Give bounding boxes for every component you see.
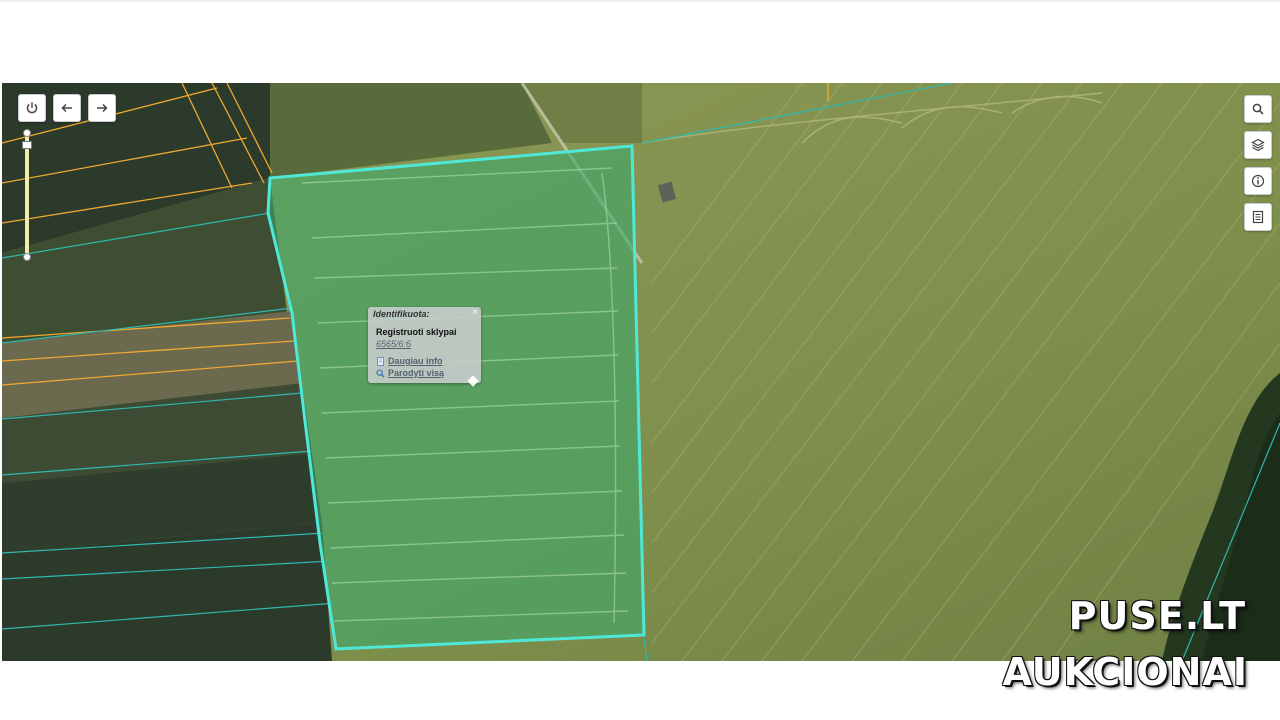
close-icon[interactable]: × (472, 307, 478, 318)
watermark-line-2: AUKCIONAI (1002, 650, 1248, 694)
power-icon (26, 102, 38, 114)
zoom-slider-track[interactable] (25, 133, 29, 257)
zoom-slider-handle[interactable] (22, 141, 32, 149)
document-icon (377, 357, 384, 366)
info-icon (1251, 174, 1265, 188)
parcel-id-link[interactable]: 6565/6:6 (376, 339, 411, 349)
top-border (0, 0, 1280, 2)
magnifier-icon (376, 369, 385, 378)
search-icon (1252, 103, 1264, 115)
arrow-right-icon (97, 103, 108, 113)
more-info-link[interactable]: Daugiau info (388, 356, 443, 366)
arrow-left-icon (61, 103, 72, 113)
legend-button[interactable] (1244, 203, 1272, 231)
aerial-imagery[interactable] (2, 83, 1280, 661)
document-list-icon (1252, 210, 1264, 224)
layers-button[interactable] (1244, 131, 1272, 159)
popup-layer-heading: Registruoti sklypai (376, 327, 457, 337)
zoom-in-end[interactable] (23, 129, 31, 137)
layers-icon (1251, 138, 1265, 152)
popup-title: Identifikuota: (373, 309, 430, 319)
zoom-out-end[interactable] (23, 253, 31, 261)
map-view[interactable]: Identifikuota: × Registruoti sklypai 656… (2, 83, 1280, 661)
forward-button[interactable] (88, 94, 116, 122)
info-button[interactable] (1244, 167, 1272, 195)
identify-popup: Identifikuota: × Registruoti sklypai 656… (368, 307, 481, 387)
show-all-link[interactable]: Parodyti visą (388, 368, 444, 378)
watermark-line-1: PUSE.LT (1068, 594, 1246, 638)
search-button[interactable] (1244, 95, 1272, 123)
back-button[interactable] (53, 94, 81, 122)
power-button[interactable] (18, 94, 46, 122)
